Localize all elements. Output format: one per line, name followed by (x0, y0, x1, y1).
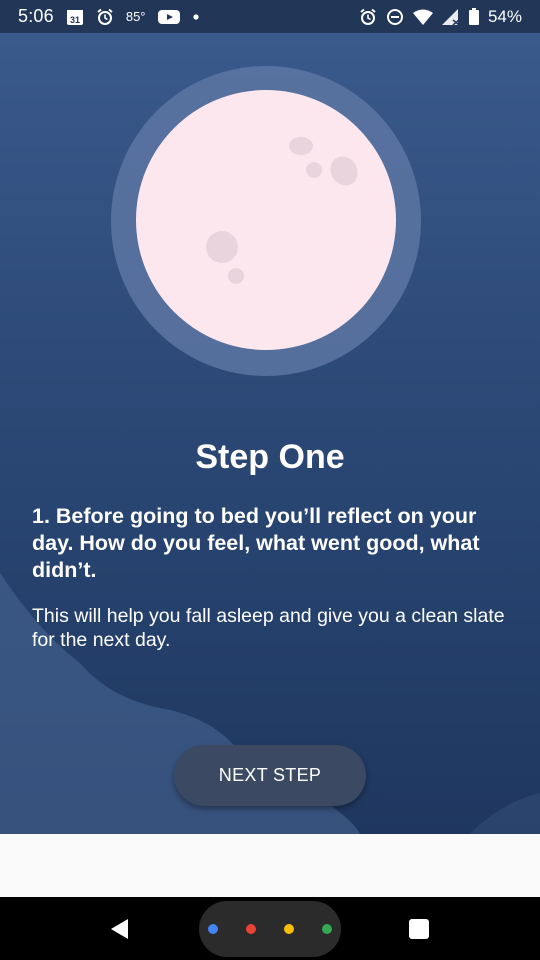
back-button[interactable] (108, 917, 132, 941)
assistant-dot-red (246, 924, 256, 934)
status-time: 5:06 (18, 6, 54, 26)
wifi-icon (412, 9, 433, 25)
battery-icon (468, 8, 479, 25)
recents-button[interactable] (409, 919, 429, 939)
page-title: Step One (195, 438, 345, 476)
signal-icon (441, 8, 460, 25)
battery-level: 54% (487, 6, 522, 26)
calendar-day: 31 (70, 15, 80, 25)
assistant-dot-blue (208, 924, 218, 934)
home-button[interactable] (199, 901, 341, 957)
notification-dot-icon (192, 13, 200, 21)
bottom-sheet-area (0, 834, 540, 897)
status-temperature: 85° (125, 9, 146, 24)
do-not-disturb-icon (386, 8, 404, 26)
assistant-dot-green (322, 924, 332, 934)
status-bar: 5:06 31 85° 54% (0, 0, 540, 33)
alarm-icon (359, 8, 377, 26)
moon (136, 90, 396, 350)
onboarding-screen: Step One 1. Before going to bed you’ll r… (0, 33, 540, 834)
alarm-icon (96, 8, 114, 26)
next-step-button[interactable]: NEXT STEP (174, 745, 366, 806)
back-triangle-icon (111, 919, 128, 939)
moon-illustration (111, 66, 421, 376)
assistant-dot-yellow (284, 924, 294, 934)
youtube-icon (157, 9, 180, 25)
step-explanation: This will help you fall asleep and give … (32, 605, 505, 651)
calendar-icon: 31 (66, 8, 84, 26)
navigation-bar (0, 897, 540, 960)
step-description: 1. Before going to bed you’ll reflect on… (32, 504, 480, 582)
